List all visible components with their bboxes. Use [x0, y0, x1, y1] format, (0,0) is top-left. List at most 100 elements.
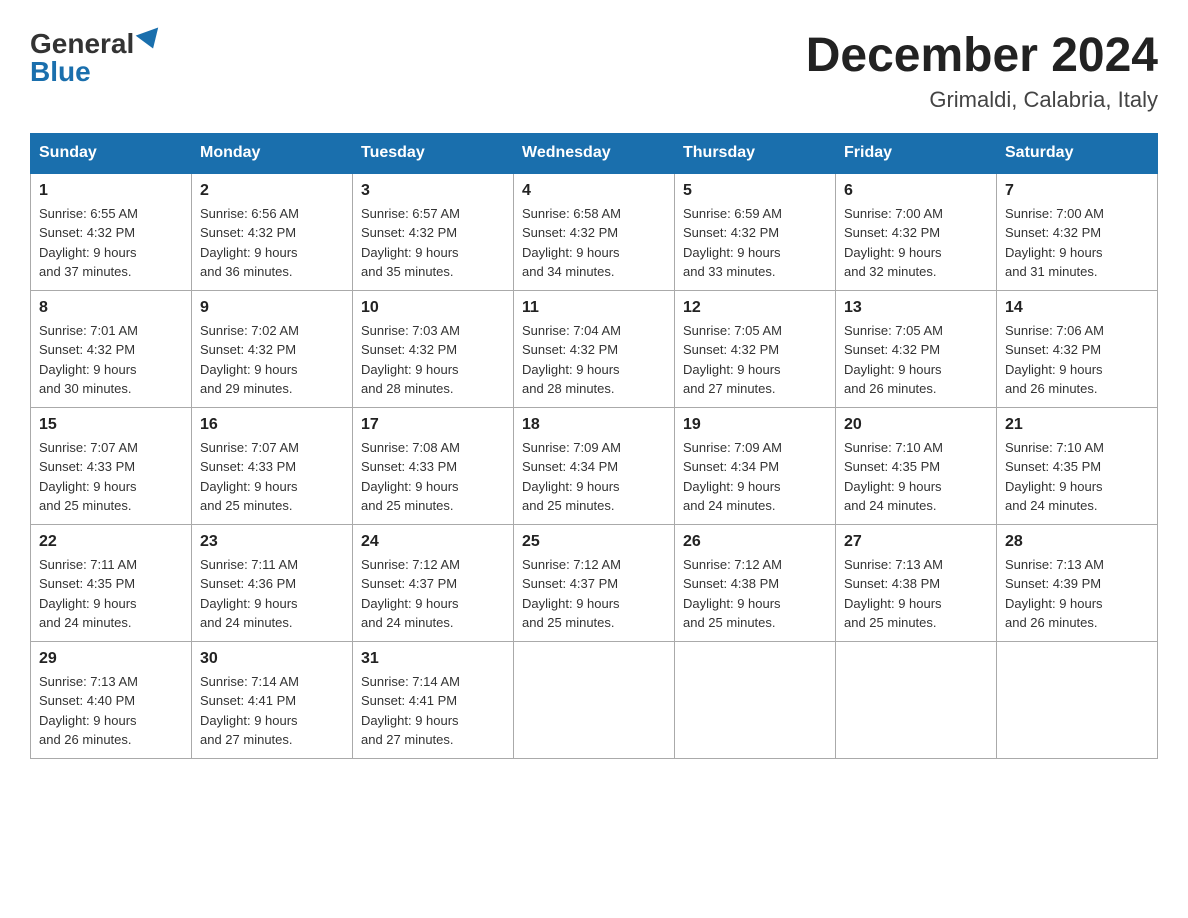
calendar-cell: 11 Sunrise: 7:04 AMSunset: 4:32 PMDayligh… — [514, 290, 675, 407]
calendar-cell: 22Sunrise: 7:11 AMSunset: 4:35 PMDayligh… — [31, 524, 192, 641]
day-info: Sunrise: 7:07 AMSunset: 4:33 PMDaylight:… — [39, 438, 183, 516]
day-info: Sunrise: 7:08 AMSunset: 4:33 PMDaylight:… — [361, 438, 505, 516]
day-number: 13 — [844, 299, 988, 317]
calendar-cell: 4 Sunrise: 6:58 AMSunset: 4:32 PMDaylight… — [514, 173, 675, 291]
weekday-header-saturday: Saturday — [997, 133, 1158, 173]
day-info: Sunrise: 7:12 AMSunset: 4:38 PMDaylight:… — [683, 555, 827, 633]
day-number: 6 — [844, 182, 988, 200]
day-info: Sunrise: 7:00 AMSunset: 4:32 PMDaylight:… — [844, 204, 988, 282]
weekday-header-sunday: Sunday — [31, 133, 192, 173]
day-info: Sunrise: 6:56 AMSunset: 4:32 PMDaylight:… — [200, 204, 344, 282]
day-info: Sunrise: 7:14 AMSunset: 4:41 PMDaylight:… — [361, 672, 505, 750]
day-info: Sunrise: 6:58 AMSunset: 4:32 PMDaylight:… — [522, 204, 666, 282]
calendar-week-row: 15 Sunrise: 7:07 AMSunset: 4:33 PMDayligh… — [31, 407, 1158, 524]
day-number: 29 — [39, 650, 183, 668]
day-info: Sunrise: 7:00 AMSunset: 4:32 PMDaylight:… — [1005, 204, 1149, 282]
day-number: 9 — [200, 299, 344, 317]
calendar-header-row: SundayMondayTuesdayWednesdayThursdayFrid… — [31, 133, 1158, 173]
month-year-title: December 2024 — [806, 30, 1158, 83]
weekday-header-friday: Friday — [836, 133, 997, 173]
day-number: 21 — [1005, 416, 1149, 434]
calendar-cell: 27 Sunrise: 7:13 AMSunset: 4:38 PMDayligh… — [836, 524, 997, 641]
day-info: Sunrise: 7:13 AMSunset: 4:40 PMDaylight:… — [39, 672, 183, 750]
day-number: 30 — [200, 650, 344, 668]
day-info: Sunrise: 7:10 AMSunset: 4:35 PMDaylight:… — [1005, 438, 1149, 516]
calendar-cell: 2 Sunrise: 6:56 AMSunset: 4:32 PMDaylight… — [192, 173, 353, 291]
calendar-cell: 17 Sunrise: 7:08 AMSunset: 4:33 PMDayligh… — [353, 407, 514, 524]
calendar-cell: 21 Sunrise: 7:10 AMSunset: 4:35 PMDayligh… — [997, 407, 1158, 524]
calendar-cell: 3 Sunrise: 6:57 AMSunset: 4:32 PMDaylight… — [353, 173, 514, 291]
day-info: Sunrise: 6:55 AMSunset: 4:32 PMDaylight:… — [39, 204, 183, 282]
day-number: 4 — [522, 182, 666, 200]
day-number: 20 — [844, 416, 988, 434]
day-number: 3 — [361, 182, 505, 200]
day-info: Sunrise: 7:03 AMSunset: 4:32 PMDaylight:… — [361, 321, 505, 399]
day-number: 11 — [522, 299, 666, 317]
calendar-cell: 16Sunrise: 7:07 AMSunset: 4:33 PMDayligh… — [192, 407, 353, 524]
day-info: Sunrise: 7:07 AMSunset: 4:33 PMDaylight:… — [200, 438, 344, 516]
day-number: 25 — [522, 533, 666, 551]
day-info: Sunrise: 7:01 AMSunset: 4:32 PMDaylight:… — [39, 321, 183, 399]
calendar-cell: 19 Sunrise: 7:09 AMSunset: 4:34 PMDayligh… — [675, 407, 836, 524]
calendar-cell: 29 Sunrise: 7:13 AMSunset: 4:40 PMDayligh… — [31, 641, 192, 758]
calendar-cell: 26 Sunrise: 7:12 AMSunset: 4:38 PMDayligh… — [675, 524, 836, 641]
calendar-cell: 31 Sunrise: 7:14 AMSunset: 4:41 PMDayligh… — [353, 641, 514, 758]
day-info: Sunrise: 7:10 AMSunset: 4:35 PMDaylight:… — [844, 438, 988, 516]
calendar-week-row: 29 Sunrise: 7:13 AMSunset: 4:40 PMDayligh… — [31, 641, 1158, 758]
calendar-cell: 10 Sunrise: 7:03 AMSunset: 4:32 PMDayligh… — [353, 290, 514, 407]
day-info: Sunrise: 7:02 AMSunset: 4:32 PMDaylight:… — [200, 321, 344, 399]
calendar-week-row: 22Sunrise: 7:11 AMSunset: 4:35 PMDayligh… — [31, 524, 1158, 641]
day-number: 10 — [361, 299, 505, 317]
day-number: 24 — [361, 533, 505, 551]
weekday-header-thursday: Thursday — [675, 133, 836, 173]
day-number: 12 — [683, 299, 827, 317]
day-number: 27 — [844, 533, 988, 551]
day-info: Sunrise: 7:13 AMSunset: 4:38 PMDaylight:… — [844, 555, 988, 633]
day-info: Sunrise: 7:13 AMSunset: 4:39 PMDaylight:… — [1005, 555, 1149, 633]
day-info: Sunrise: 6:57 AMSunset: 4:32 PMDaylight:… — [361, 204, 505, 282]
day-number: 5 — [683, 182, 827, 200]
calendar-cell: 15 Sunrise: 7:07 AMSunset: 4:33 PMDayligh… — [31, 407, 192, 524]
logo: General Blue — [30, 30, 162, 86]
day-info: Sunrise: 7:12 AMSunset: 4:37 PMDaylight:… — [522, 555, 666, 633]
day-info: Sunrise: 7:14 AMSunset: 4:41 PMDaylight:… — [200, 672, 344, 750]
day-info: Sunrise: 7:11 AMSunset: 4:35 PMDaylight:… — [39, 555, 183, 633]
calendar-cell: 6 Sunrise: 7:00 AMSunset: 4:32 PMDaylight… — [836, 173, 997, 291]
day-number: 26 — [683, 533, 827, 551]
calendar-cell: 13 Sunrise: 7:05 AMSunset: 4:32 PMDayligh… — [836, 290, 997, 407]
day-number: 14 — [1005, 299, 1149, 317]
day-number: 23 — [200, 533, 344, 551]
day-info: Sunrise: 7:05 AMSunset: 4:32 PMDaylight:… — [683, 321, 827, 399]
day-info: Sunrise: 7:09 AMSunset: 4:34 PMDaylight:… — [683, 438, 827, 516]
calendar-cell — [997, 641, 1158, 758]
title-block: December 2024 Grimaldi, Calabria, Italy — [806, 30, 1158, 113]
calendar-cell: 9 Sunrise: 7:02 AMSunset: 4:32 PMDaylight… — [192, 290, 353, 407]
weekday-header-tuesday: Tuesday — [353, 133, 514, 173]
calendar-cell: 1 Sunrise: 6:55 AMSunset: 4:32 PMDaylight… — [31, 173, 192, 291]
page-header: General Blue December 2024 Grimaldi, Cal… — [30, 30, 1158, 113]
day-info: Sunrise: 7:04 AMSunset: 4:32 PMDaylight:… — [522, 321, 666, 399]
calendar-cell: 8Sunrise: 7:01 AMSunset: 4:32 PMDaylight… — [31, 290, 192, 407]
day-number: 28 — [1005, 533, 1149, 551]
day-number: 7 — [1005, 182, 1149, 200]
calendar-cell — [836, 641, 997, 758]
calendar-cell: 20 Sunrise: 7:10 AMSunset: 4:35 PMDayligh… — [836, 407, 997, 524]
calendar-cell: 30 Sunrise: 7:14 AMSunset: 4:41 PMDayligh… — [192, 641, 353, 758]
weekday-header-wednesday: Wednesday — [514, 133, 675, 173]
calendar-cell: 28 Sunrise: 7:13 AMSunset: 4:39 PMDayligh… — [997, 524, 1158, 641]
day-number: 31 — [361, 650, 505, 668]
calendar-table: SundayMondayTuesdayWednesdayThursdayFrid… — [30, 133, 1158, 759]
calendar-week-row: 8Sunrise: 7:01 AMSunset: 4:32 PMDaylight… — [31, 290, 1158, 407]
calendar-cell: 7 Sunrise: 7:00 AMSunset: 4:32 PMDaylight… — [997, 173, 1158, 291]
day-info: Sunrise: 7:05 AMSunset: 4:32 PMDaylight:… — [844, 321, 988, 399]
day-number: 18 — [522, 416, 666, 434]
calendar-cell: 5Sunrise: 6:59 AMSunset: 4:32 PMDaylight… — [675, 173, 836, 291]
day-number: 19 — [683, 416, 827, 434]
logo-general-text: General — [30, 30, 134, 58]
calendar-week-row: 1 Sunrise: 6:55 AMSunset: 4:32 PMDaylight… — [31, 173, 1158, 291]
calendar-cell: 12 Sunrise: 7:05 AMSunset: 4:32 PMDayligh… — [675, 290, 836, 407]
day-number: 2 — [200, 182, 344, 200]
day-number: 1 — [39, 182, 183, 200]
day-number: 17 — [361, 416, 505, 434]
day-number: 15 — [39, 416, 183, 434]
